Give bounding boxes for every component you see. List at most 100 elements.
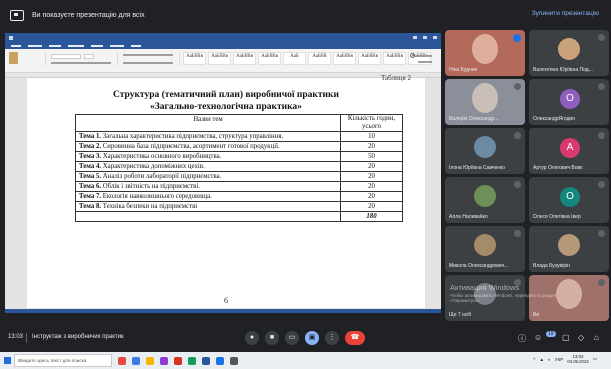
participant-tile[interactable]: Алла Наливайко — [445, 177, 525, 223]
participant-tile[interactable]: О ОлександрЯгодин — [529, 79, 609, 125]
paragraph-buttons[interactable] — [123, 54, 173, 56]
style-swatch[interactable]: АаБбВв — [183, 52, 206, 65]
style-swatch[interactable]: АаБбВв — [208, 52, 231, 65]
maximize-icon[interactable] — [423, 36, 427, 39]
table-row: Тема 6. Облік і звітність на підприємств… — [75, 181, 403, 192]
chat-icon[interactable]: ▢ — [562, 333, 570, 342]
app-icon[interactable] — [216, 356, 224, 365]
page-number: 6 — [224, 296, 228, 305]
mic-button[interactable]: ● — [245, 331, 259, 345]
participant-photo — [474, 136, 496, 158]
mic-off-icon — [598, 132, 605, 139]
participant-name: Олеся Олегівна Івер — [533, 214, 581, 220]
app-icon[interactable] — [230, 356, 238, 365]
word-app-icon[interactable] — [202, 356, 210, 365]
participant-tile[interactable]: А Артур Олегович Вовк — [529, 128, 609, 174]
lock-icon[interactable]: ⌂ — [594, 333, 599, 342]
plan-table: Назви тем Кількість годин, усього Тема 1… — [75, 114, 403, 222]
hours-cell: 20 — [340, 181, 403, 192]
font-name-select[interactable] — [51, 54, 81, 59]
activities-icon[interactable]: ◇ — [578, 333, 584, 342]
captions-button[interactable]: ▭ — [285, 331, 299, 345]
style-swatch[interactable]: АаБбВв — [383, 52, 406, 65]
participant-video — [472, 34, 498, 64]
volume-icon[interactable]: ◐ — [548, 357, 551, 362]
app-icon[interactable] — [188, 356, 196, 365]
ribbon-divider — [179, 52, 180, 66]
ribbon-tab[interactable] — [49, 44, 61, 47]
stop-presenting-button[interactable]: Зупинити презентацію — [532, 10, 599, 17]
windows-logo-icon — [3, 357, 11, 364]
network-icon[interactable]: ▲ — [540, 357, 544, 362]
info-icon[interactable]: ⓘ — [518, 333, 526, 344]
windows-activation-watermark: Активация Windows Чтобы активировать Win… — [450, 283, 570, 303]
start-button[interactable] — [0, 352, 14, 369]
style-swatch[interactable]: АаБбВв — [333, 52, 356, 65]
style-swatch[interactable]: АаБ — [283, 52, 306, 65]
taskbar-clock[interactable]: 13:03 03.06.2022 — [567, 354, 589, 364]
taskbar-search[interactable]: Введите здесь текст для поиска — [14, 354, 112, 367]
app-icon[interactable] — [118, 356, 126, 365]
ribbon-tab[interactable] — [68, 44, 84, 47]
present-button[interactable]: ▣ — [305, 331, 319, 345]
hours-cell: 20 — [340, 191, 403, 202]
people-icon[interactable]: ☺ — [534, 333, 542, 342]
style-swatch[interactable]: АаБбВв — [258, 52, 281, 65]
camera-button[interactable]: ■ — [265, 331, 279, 345]
participant-name: Ще 7 осіб — [449, 312, 472, 318]
style-swatch[interactable]: АаБбВ — [308, 52, 331, 65]
style-swatch[interactable]: АаБбВв — [233, 52, 256, 65]
ribbon-tab[interactable] — [28, 44, 42, 47]
app-icon[interactable] — [174, 356, 182, 365]
ribbon-tab[interactable] — [131, 44, 141, 47]
topic-cell: Тема 6. Облік і звітність на підприємств… — [75, 181, 341, 192]
topic-cell: Тема 8. Техніка безпеки на підприємстві — [75, 201, 341, 212]
style-swatch[interactable]: АаБбВв — [358, 52, 381, 65]
participant-name: Микола Олександрович... — [449, 263, 509, 269]
topic-cell: Тема 4. Характеристика допоміжних цехів. — [75, 161, 341, 172]
close-icon[interactable] — [433, 36, 437, 39]
app-icon[interactable] — [132, 356, 140, 365]
topic-cell: Тема 1. Загальна характеристика підприєм… — [75, 131, 341, 142]
end-call-button[interactable]: ☎ — [345, 331, 365, 345]
participant-tile[interactable]: О Олеся Олегівна Івер — [529, 177, 609, 223]
paste-icon[interactable] — [9, 52, 18, 64]
minimize-icon[interactable] — [413, 36, 417, 39]
document-area[interactable]: Таблиця 2 Структура (тематичний план) ви… — [5, 74, 441, 309]
windows-taskbar: Введите здесь текст для поиска ^ ▲ ◐ УКР… — [0, 352, 611, 369]
table-row: Тема 5. Аналіз роботи лабораторії підпри… — [75, 171, 403, 182]
editing-buttons[interactable] — [418, 55, 432, 57]
topic-text: Характеристика основного виробництва. — [101, 153, 222, 160]
mic-off-icon — [598, 230, 605, 237]
find-icon[interactable] — [410, 53, 415, 58]
doc-title: Структура (тематичний план) виробничої п… — [113, 90, 339, 100]
table-row: Тема 7. Екологія навколишнього середовищ… — [75, 191, 403, 202]
participant-tile[interactable]: Валентина Юріївна Под... — [529, 30, 609, 76]
language-indicator[interactable]: УКР — [555, 357, 563, 362]
mic-off-icon — [598, 181, 605, 188]
document-page[interactable]: Таблиця 2 Структура (тематичний план) ви… — [27, 74, 425, 308]
ribbon-tab[interactable] — [110, 44, 124, 47]
topic-text: Техніка безпеки на підприємстві — [101, 203, 198, 210]
mic-off-icon — [514, 83, 521, 90]
mic-off-icon — [598, 279, 605, 286]
font-size-select[interactable] — [84, 54, 94, 59]
alignment-buttons[interactable] — [123, 62, 173, 64]
editing-buttons[interactable] — [418, 61, 432, 63]
participant-tile[interactable]: Валерія Олександр... — [445, 79, 525, 125]
participant-tile[interactable]: Микола Олександрович... — [445, 226, 525, 272]
ribbon-tab[interactable] — [91, 44, 103, 47]
app-icon[interactable] — [146, 356, 154, 365]
participant-photo — [474, 185, 496, 207]
notifications-icon[interactable]: ▭ — [593, 356, 597, 362]
participant-tile[interactable]: Влада Бузувірін — [529, 226, 609, 272]
participant-tile[interactable]: Ніна Будник — [445, 30, 525, 76]
tray-chevron-icon[interactable]: ^ — [533, 357, 535, 362]
app-icon[interactable] — [160, 356, 168, 365]
ribbon-tab[interactable] — [11, 44, 21, 47]
total-label-cell — [75, 211, 341, 222]
more-options-button[interactable]: ⋮ — [325, 331, 339, 345]
participant-tile[interactable]: Ілона Юріївна Савченко — [445, 128, 525, 174]
format-buttons[interactable] — [51, 62, 111, 64]
save-icon[interactable] — [9, 35, 13, 40]
